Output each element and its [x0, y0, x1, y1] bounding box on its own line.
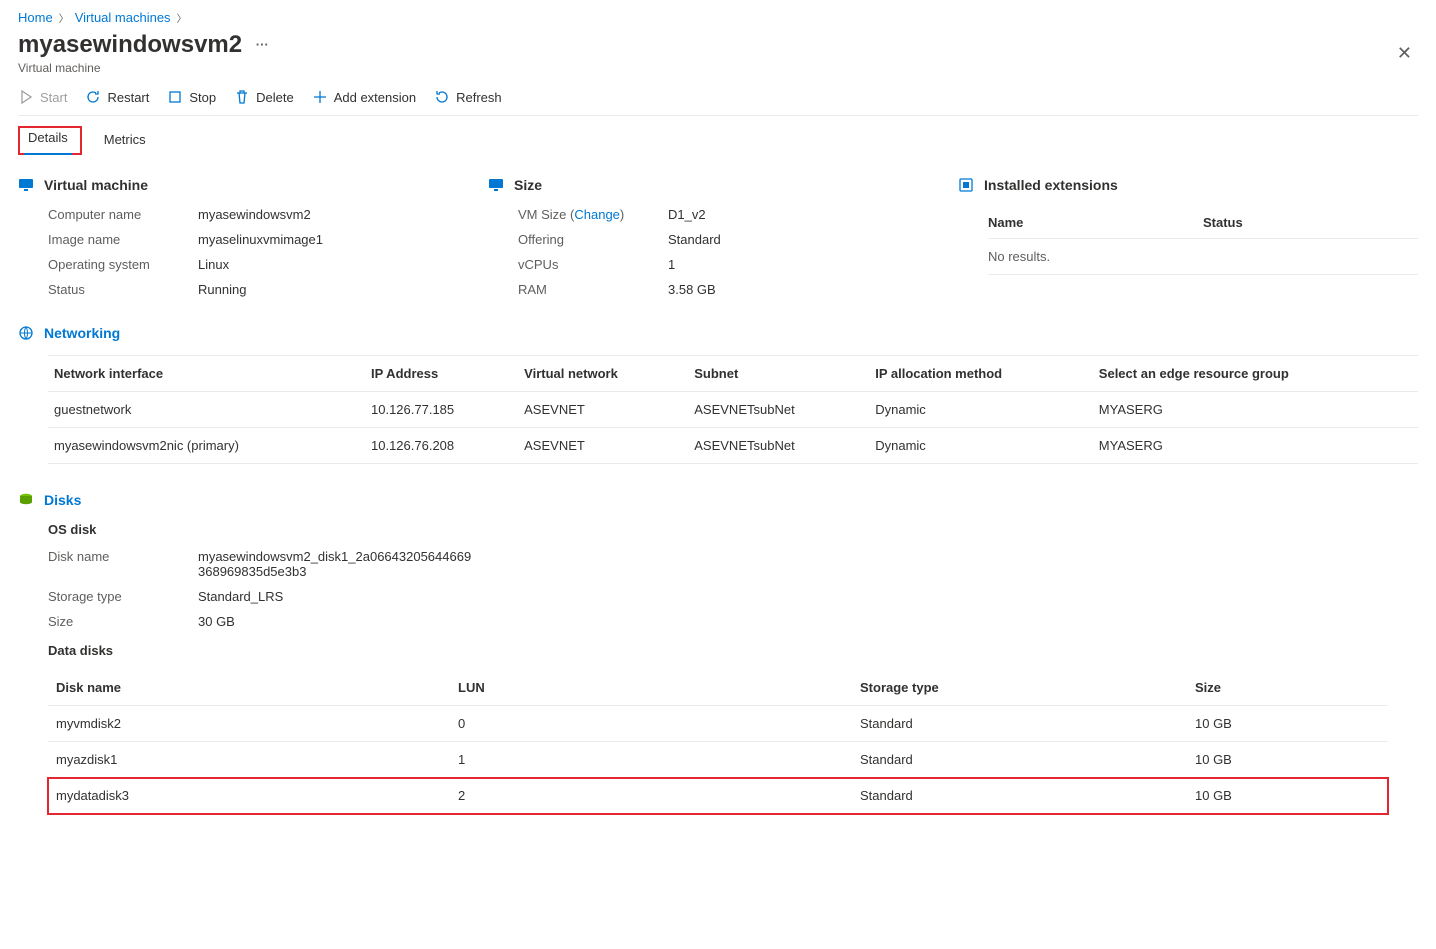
vm-v-0: myasewindowsvm2	[198, 207, 468, 222]
add-extension-button[interactable]: Add extension	[312, 89, 416, 105]
osdisk-v-2: 30 GB	[198, 614, 478, 629]
dd-col-3: Size	[1187, 670, 1388, 706]
disks-title[interactable]: Disks	[44, 492, 81, 508]
table-row-highlighted[interactable]: mydatadisk3 2 Standard 10 GB	[48, 778, 1388, 814]
ext-section-title: Installed extensions	[984, 177, 1118, 193]
stop-icon	[167, 89, 183, 105]
page-title: myasewindowsvm2	[18, 31, 242, 59]
breadcrumb-vms[interactable]: Virtual machines	[75, 10, 171, 25]
dd-col-2: Storage type	[852, 670, 1187, 706]
ext-col-name: Name	[988, 215, 1203, 230]
vm-section-title: Virtual machine	[44, 177, 148, 193]
networking-table: Network interface IP Address Virtual net…	[48, 355, 1418, 464]
size-v-0: Standard	[668, 232, 938, 247]
chevron-right-icon: 〉	[177, 10, 187, 25]
size-section: Size VM Size (Change) D1_v2 Offering Sta…	[488, 177, 938, 297]
osdisk-k-1: Storage type	[48, 589, 198, 604]
data-disks-table: Disk name LUN Storage type Size myvmdisk…	[48, 670, 1388, 814]
tab-details[interactable]: Details	[24, 124, 72, 155]
vm-v-2: Linux	[198, 257, 468, 272]
table-row[interactable]: myasewindowsvm2nic (primary) 10.126.76.2…	[48, 428, 1418, 464]
data-disks-header: Data disks	[48, 643, 1418, 658]
restart-button[interactable]: Restart	[85, 89, 149, 105]
stop-button[interactable]: Stop	[167, 89, 216, 105]
chevron-right-icon: 〉	[59, 10, 69, 25]
vm-k-0: Computer name	[48, 207, 198, 222]
change-size-link[interactable]: Change	[574, 207, 620, 222]
size-k-2: RAM	[518, 282, 668, 297]
breadcrumb-home[interactable]: Home	[18, 10, 53, 25]
plus-icon	[312, 89, 328, 105]
net-col-2: Virtual network	[518, 356, 688, 392]
table-row[interactable]: myvmdisk2 0 Standard 10 GB	[48, 706, 1388, 742]
close-button[interactable]: ✕	[1391, 37, 1418, 70]
trash-icon	[234, 89, 250, 105]
restart-label: Restart	[107, 90, 149, 105]
size-k-1: vCPUs	[518, 257, 668, 272]
size-vmsize-k: VM Size (Change)	[518, 207, 668, 222]
net-col-3: Subnet	[688, 356, 869, 392]
vm-v-1: myaselinuxvmimage1	[198, 232, 468, 247]
os-disk-header: OS disk	[48, 522, 1418, 537]
more-button[interactable]: ···	[256, 37, 269, 52]
monitor-icon	[18, 177, 34, 193]
refresh-icon	[434, 89, 450, 105]
size-section-title: Size	[514, 177, 542, 193]
osdisk-k-0: Disk name	[48, 549, 198, 579]
tabs: Details Metrics	[18, 126, 1418, 155]
monitor-icon	[488, 177, 504, 193]
net-col-5: Select an edge resource group	[1093, 356, 1418, 392]
size-v-1: 1	[668, 257, 938, 272]
size-vmsize-v: D1_v2	[668, 207, 938, 222]
extension-icon	[958, 177, 974, 193]
vm-k-1: Image name	[48, 232, 198, 247]
table-row[interactable]: guestnetwork 10.126.77.185 ASEVNET ASEVN…	[48, 392, 1418, 428]
play-icon	[18, 89, 34, 105]
start-button: Start	[18, 89, 67, 105]
delete-label: Delete	[256, 90, 294, 105]
command-toolbar: Start Restart Stop Delete Add extension …	[18, 89, 1418, 116]
breadcrumb: Home 〉 Virtual machines 〉	[18, 10, 1418, 25]
table-row[interactable]: myazdisk1 1 Standard 10 GB	[48, 742, 1388, 778]
globe-icon	[18, 325, 34, 341]
vm-k-2: Operating system	[48, 257, 198, 272]
osdisk-k-2: Size	[48, 614, 198, 629]
add-ext-label: Add extension	[334, 90, 416, 105]
disks-section: Disks OS disk Disk name myasewindowsvm2_…	[18, 492, 1418, 814]
stop-label: Stop	[189, 90, 216, 105]
tab-metrics[interactable]: Metrics	[100, 126, 150, 155]
net-col-0: Network interface	[48, 356, 365, 392]
refresh-button[interactable]: Refresh	[434, 89, 502, 105]
networking-section: Networking Network interface IP Address …	[18, 325, 1418, 464]
ext-col-status: Status	[1203, 215, 1418, 230]
net-col-1: IP Address	[365, 356, 518, 392]
osdisk-v-0: myasewindowsvm2_disk1_2a0664320564466936…	[198, 549, 478, 579]
extensions-section: Installed extensions Name Status No resu…	[958, 177, 1418, 297]
dd-col-0: Disk name	[48, 670, 450, 706]
networking-title[interactable]: Networking	[44, 325, 120, 341]
refresh-label: Refresh	[456, 90, 502, 105]
page-subtitle: Virtual machine	[18, 61, 269, 75]
dd-col-1: LUN	[450, 670, 852, 706]
vm-v-3: Running	[198, 282, 468, 297]
osdisk-v-1: Standard_LRS	[198, 589, 478, 604]
disk-icon	[18, 492, 34, 508]
net-col-4: IP allocation method	[869, 356, 1093, 392]
size-v-2: 3.58 GB	[668, 282, 938, 297]
start-label: Start	[40, 90, 67, 105]
ext-empty: No results.	[988, 239, 1418, 275]
restart-icon	[85, 89, 101, 105]
size-k-0: Offering	[518, 232, 668, 247]
delete-button[interactable]: Delete	[234, 89, 294, 105]
vm-section: Virtual machine Computer name myasewindo…	[18, 177, 468, 297]
vm-k-3: Status	[48, 282, 198, 297]
